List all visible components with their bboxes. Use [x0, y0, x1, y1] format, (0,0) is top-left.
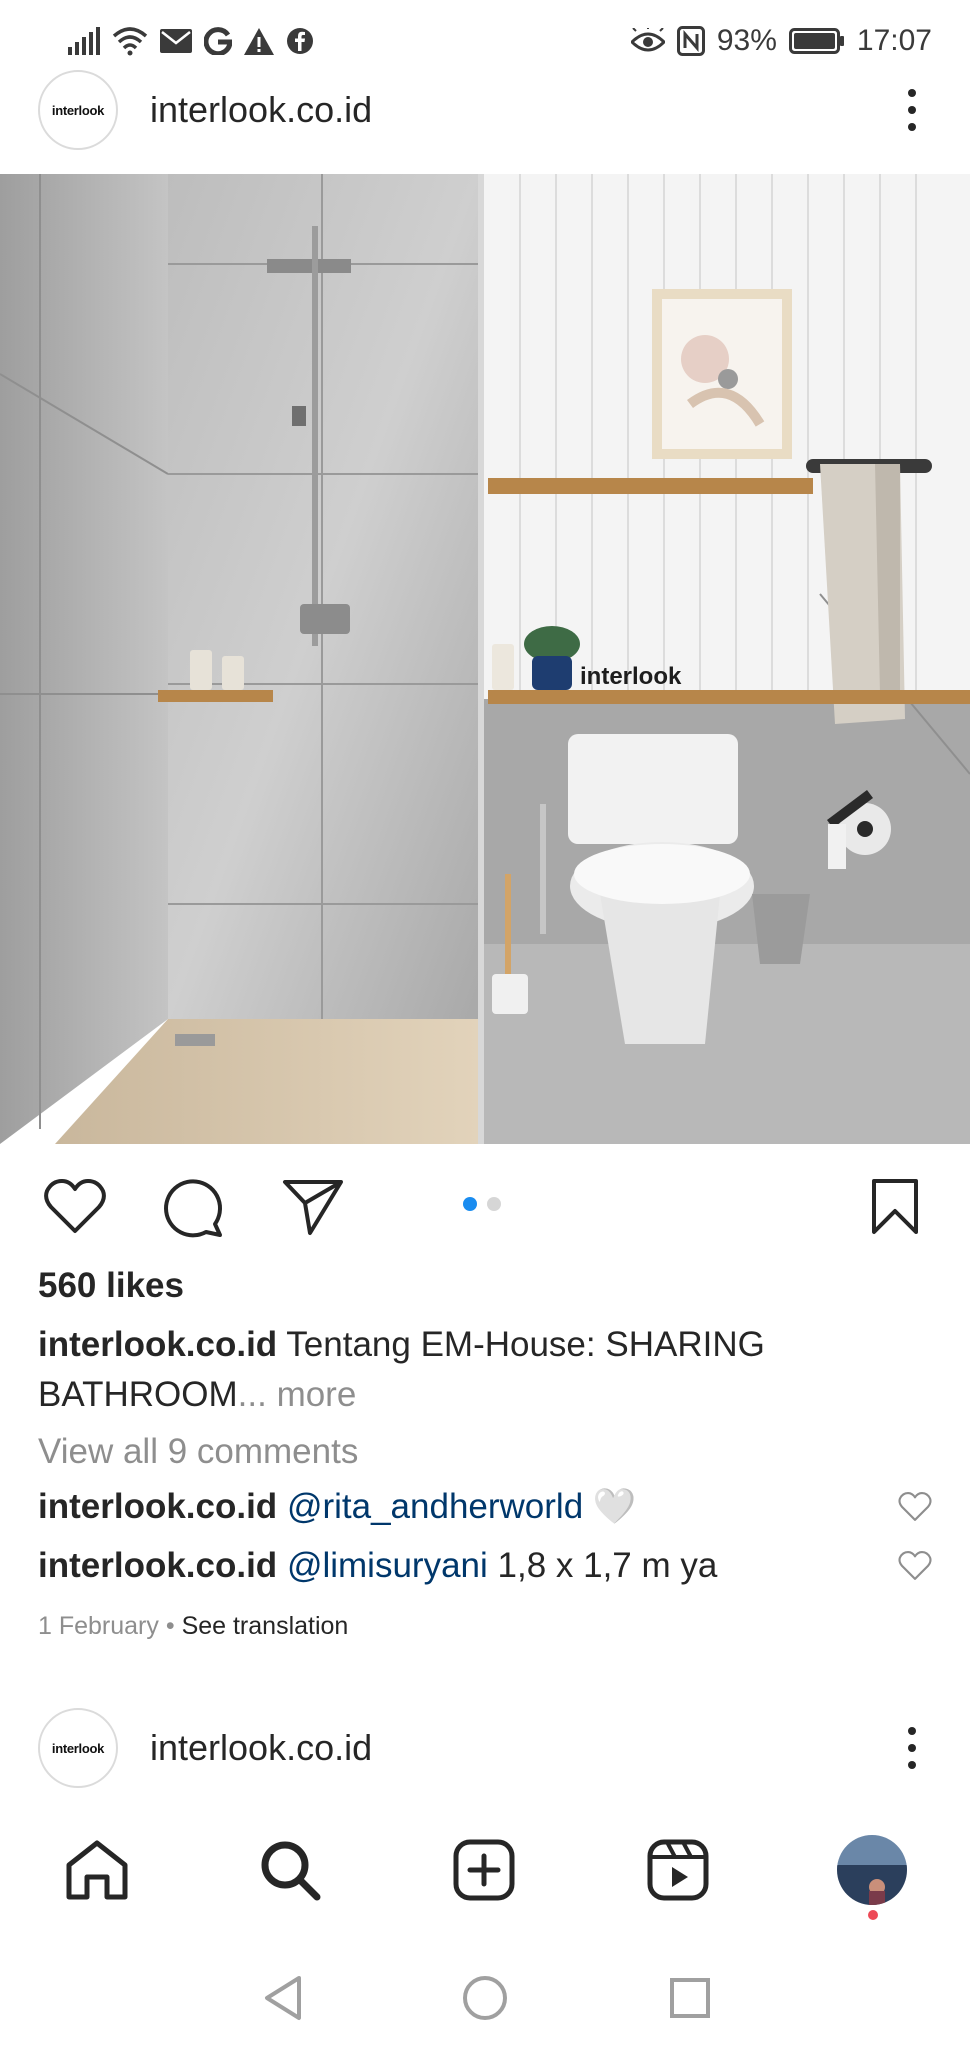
- view-comments-link[interactable]: View all 9 comments: [38, 1432, 358, 1472]
- comment-mention[interactable]: @limisuryani: [287, 1546, 488, 1586]
- comment-button[interactable]: [160, 1174, 226, 1240]
- home-circle-icon: [463, 1976, 507, 2020]
- avatar-label: interlook: [51, 102, 105, 118]
- carousel-dot-active: [463, 1197, 477, 1211]
- dot-icon: [908, 1744, 916, 1752]
- carousel-dot: [487, 1197, 501, 1211]
- home-icon: [66, 1840, 128, 1900]
- heart-icon: [898, 1551, 932, 1580]
- more-options-button[interactable]: [892, 80, 932, 140]
- add-post-icon: [453, 1839, 515, 1901]
- caption-ellipsis: ...: [237, 1375, 267, 1414]
- caption-more-link[interactable]: more: [277, 1375, 357, 1414]
- nav-home-button[interactable]: [57, 1830, 137, 1910]
- post-date: 1 February: [38, 1612, 159, 1640]
- comment-icon: [164, 1179, 223, 1238]
- bathroom-render: interlook: [0, 174, 970, 1144]
- system-recents-button[interactable]: [660, 1968, 720, 2028]
- battery-percent: 93%: [716, 24, 777, 57]
- carousel-indicator: [463, 1197, 501, 1211]
- save-button[interactable]: [862, 1174, 928, 1240]
- heart-icon: [44, 1179, 106, 1233]
- nav-reels-button[interactable]: [638, 1830, 718, 1910]
- mail-icon: [160, 21, 192, 61]
- reels-icon: [647, 1839, 709, 1901]
- separator: •: [165, 1612, 175, 1640]
- share-button[interactable]: [280, 1174, 346, 1240]
- dot-icon: [908, 106, 916, 114]
- comment-like-button[interactable]: [898, 1491, 932, 1522]
- post-image[interactable]: interlook: [0, 174, 970, 1144]
- search-icon: [261, 1841, 321, 1901]
- profile-avatar: [837, 1835, 907, 1905]
- more-options-button[interactable]: [892, 1718, 932, 1778]
- send-icon: [283, 1180, 343, 1235]
- comment-item: interlook.co.id @limisuryani 1,8 x 1,7 m…: [38, 1546, 932, 1586]
- post-username[interactable]: interlook.co.id: [150, 1727, 372, 1769]
- nav-create-button[interactable]: [444, 1830, 524, 1910]
- nav-profile-button[interactable]: [832, 1830, 912, 1910]
- comment-author[interactable]: interlook.co.id: [38, 1487, 277, 1527]
- system-home-button[interactable]: [455, 1968, 515, 2028]
- image-watermark: interlook: [580, 663, 682, 690]
- nav-search-button[interactable]: [250, 1830, 330, 1910]
- see-translation-link[interactable]: See translation: [182, 1612, 349, 1640]
- back-triangle-icon: [265, 1976, 301, 2020]
- caption-author[interactable]: interlook.co.id: [38, 1325, 277, 1364]
- next-post-header: interlook interlook.co.id: [0, 1698, 970, 1798]
- caption: interlook.co.id Tentang EM-House: SHARIN…: [38, 1320, 928, 1420]
- like-button[interactable]: [42, 1174, 108, 1240]
- avatar-label: interlook: [51, 1740, 105, 1756]
- status-icons-left: [68, 21, 314, 61]
- likes-count[interactable]: 560 likes: [38, 1266, 184, 1306]
- system-back-button[interactable]: [253, 1968, 313, 2028]
- post-username[interactable]: interlook.co.id: [150, 89, 372, 131]
- avatar[interactable]: interlook: [38, 1708, 118, 1788]
- nfc-icon: [676, 21, 705, 61]
- comment-text: 1,8 x 1,7 m ya: [497, 1546, 718, 1585]
- activity-notification-dot: [868, 1910, 878, 1920]
- avatar[interactable]: interlook: [38, 70, 118, 150]
- bookmark-icon: [872, 1179, 918, 1234]
- bottom-navigation: [0, 1820, 970, 1920]
- dot-icon: [908, 89, 916, 97]
- clock: 17:07: [856, 24, 932, 57]
- post-header: interlook interlook.co.id: [0, 60, 970, 160]
- system-navigation-bar: [0, 1950, 970, 2040]
- recents-square-icon: [670, 1978, 710, 2018]
- battery-icon: [788, 21, 845, 61]
- comment-mention[interactable]: @rita_andherworld: [287, 1487, 583, 1527]
- google-icon: [204, 21, 232, 61]
- dot-icon: [908, 1761, 916, 1769]
- comment-item: interlook.co.id @rita_andherworld 🤍: [38, 1486, 932, 1527]
- comment-author[interactable]: interlook.co.id: [38, 1546, 277, 1586]
- status-icons-right: 93% 17:07: [630, 21, 932, 61]
- facebook-icon: [286, 21, 314, 61]
- dot-icon: [908, 1727, 916, 1735]
- dot-icon: [908, 123, 916, 131]
- signal-icon: [68, 21, 100, 61]
- comment-emoji: 🤍: [592, 1487, 637, 1526]
- wifi-icon: [112, 21, 148, 61]
- post-date-line: 1 February • See translation: [38, 1612, 348, 1641]
- heart-icon: [898, 1491, 932, 1521]
- comment-like-button[interactable]: [898, 1551, 932, 1581]
- eye-icon: [630, 21, 665, 61]
- warning-icon: [244, 21, 274, 61]
